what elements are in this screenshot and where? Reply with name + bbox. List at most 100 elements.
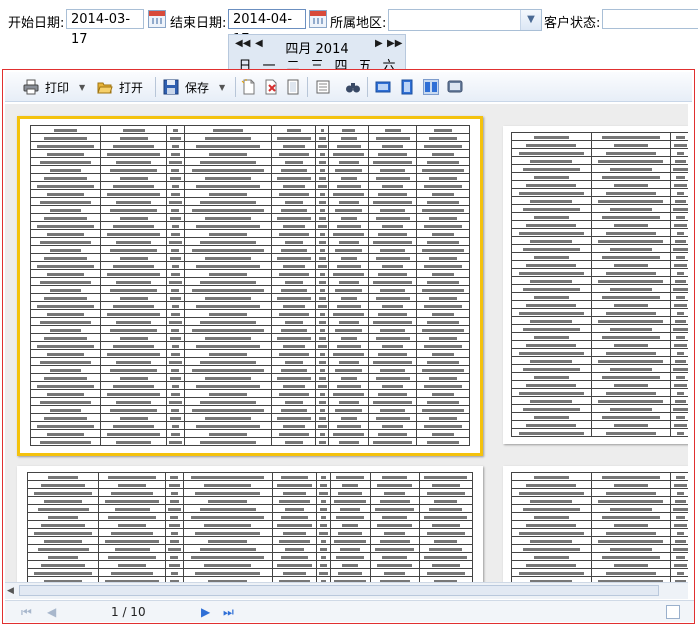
delete-page-icon[interactable] [263,79,279,95]
table-row [511,520,688,529]
continuous-page-icon[interactable] [399,79,415,95]
print-button[interactable]: 打印 ▼ [23,78,85,96]
region-select[interactable]: ▼ [388,9,542,31]
next-year-button[interactable]: ▶▶ [387,38,402,49]
table-cell [590,380,672,389]
table-cell [183,373,273,382]
table-cell [100,413,168,422]
thumbnail-icon[interactable] [447,79,463,95]
report-preview-area[interactable] [5,104,688,592]
first-page-button[interactable]: ⏮ [21,605,32,620]
start-calendar-icon[interactable] [148,10,166,28]
next-page-button[interactable]: ▶ [201,605,210,619]
table-cell [367,325,418,334]
multi-page-icon[interactable] [423,79,439,95]
table-cell [271,341,317,350]
save-button[interactable]: 保存 ▼ [163,78,225,96]
open-button[interactable]: 打开 [97,78,143,96]
table-cell [511,156,592,165]
table-cell [164,544,184,553]
table-cell [590,212,672,221]
table-cell [328,405,369,414]
scrollbar-thumb[interactable] [19,585,659,596]
table-cell [328,213,369,222]
page-view-icon[interactable] [285,79,301,95]
table-row [511,156,688,165]
report-page-1[interactable] [17,116,483,456]
report-page-2[interactable] [503,126,688,444]
table-cell [183,349,273,358]
table-cell [183,317,273,326]
table-cell [26,560,100,569]
table-cell [315,429,330,438]
table-cell [26,480,100,489]
start-date-input[interactable]: 2014-03-17 [66,9,144,47]
save-dropdown-icon[interactable]: ▼ [219,83,225,92]
table-row [29,413,470,422]
table-cell [418,560,474,569]
prev-page-button[interactable]: ◀ [47,605,56,619]
table-cell [100,301,168,310]
table-cell [271,365,317,374]
table-cell [166,341,185,350]
table-cell [316,512,331,521]
table-cell [166,221,185,230]
find-icon[interactable] [345,79,361,95]
table-cell [29,205,102,214]
chevron-down-icon[interactable]: ▼ [520,10,541,30]
scroll-left-icon[interactable]: ◀ [7,586,14,596]
page-setup-icon[interactable] [315,79,331,95]
end-calendar-icon[interactable] [309,10,327,28]
last-page-button[interactable]: ⏭ [223,605,234,620]
table-cell [511,276,592,285]
report-page-4[interactable] [503,466,688,592]
table-cell [29,157,102,166]
table-cell [316,536,331,545]
status-input[interactable] [602,9,698,29]
table-cell [315,373,330,382]
next-month-button[interactable]: ▶ [375,38,383,49]
table-cell [182,544,273,553]
table-cell [98,544,166,553]
table-cell [29,365,102,374]
table-row [511,172,688,181]
print-dropdown-icon[interactable]: ▼ [79,83,85,92]
table-cell [315,141,330,150]
table-cell [315,277,330,286]
table-cell [315,253,330,262]
table-cell [100,405,168,414]
table-cell [315,165,330,174]
table-cell [271,277,317,286]
new-page-icon[interactable] [241,79,257,95]
table-cell [367,381,418,390]
table-cell [183,309,273,318]
table-cell [590,220,672,229]
resize-grip-icon[interactable] [666,605,680,619]
single-page-icon[interactable] [375,79,391,95]
table-cell [590,156,672,165]
table-cell [100,157,168,166]
table-row [29,221,470,230]
report-page-3[interactable] [17,466,483,592]
table-cell [98,512,166,521]
table-cell [26,568,100,577]
table-cell [511,388,592,397]
table-cell [590,236,672,245]
table-cell [29,389,102,398]
table-cell [315,357,330,366]
table-row [29,165,470,174]
table-row [29,349,470,358]
table-cell [315,221,330,230]
table-cell [590,324,672,333]
table-cell [511,544,592,553]
table-row [29,141,470,150]
table-cell [511,236,592,245]
horizontal-scrollbar[interactable]: ◀ [5,582,688,599]
table-cell [590,552,672,561]
table-cell [670,364,688,373]
table-cell [590,428,672,437]
end-date-input[interactable]: 2014-04-17 [228,9,306,47]
table-cell [164,560,184,569]
table-cell [418,568,474,577]
table-cell [328,277,369,286]
